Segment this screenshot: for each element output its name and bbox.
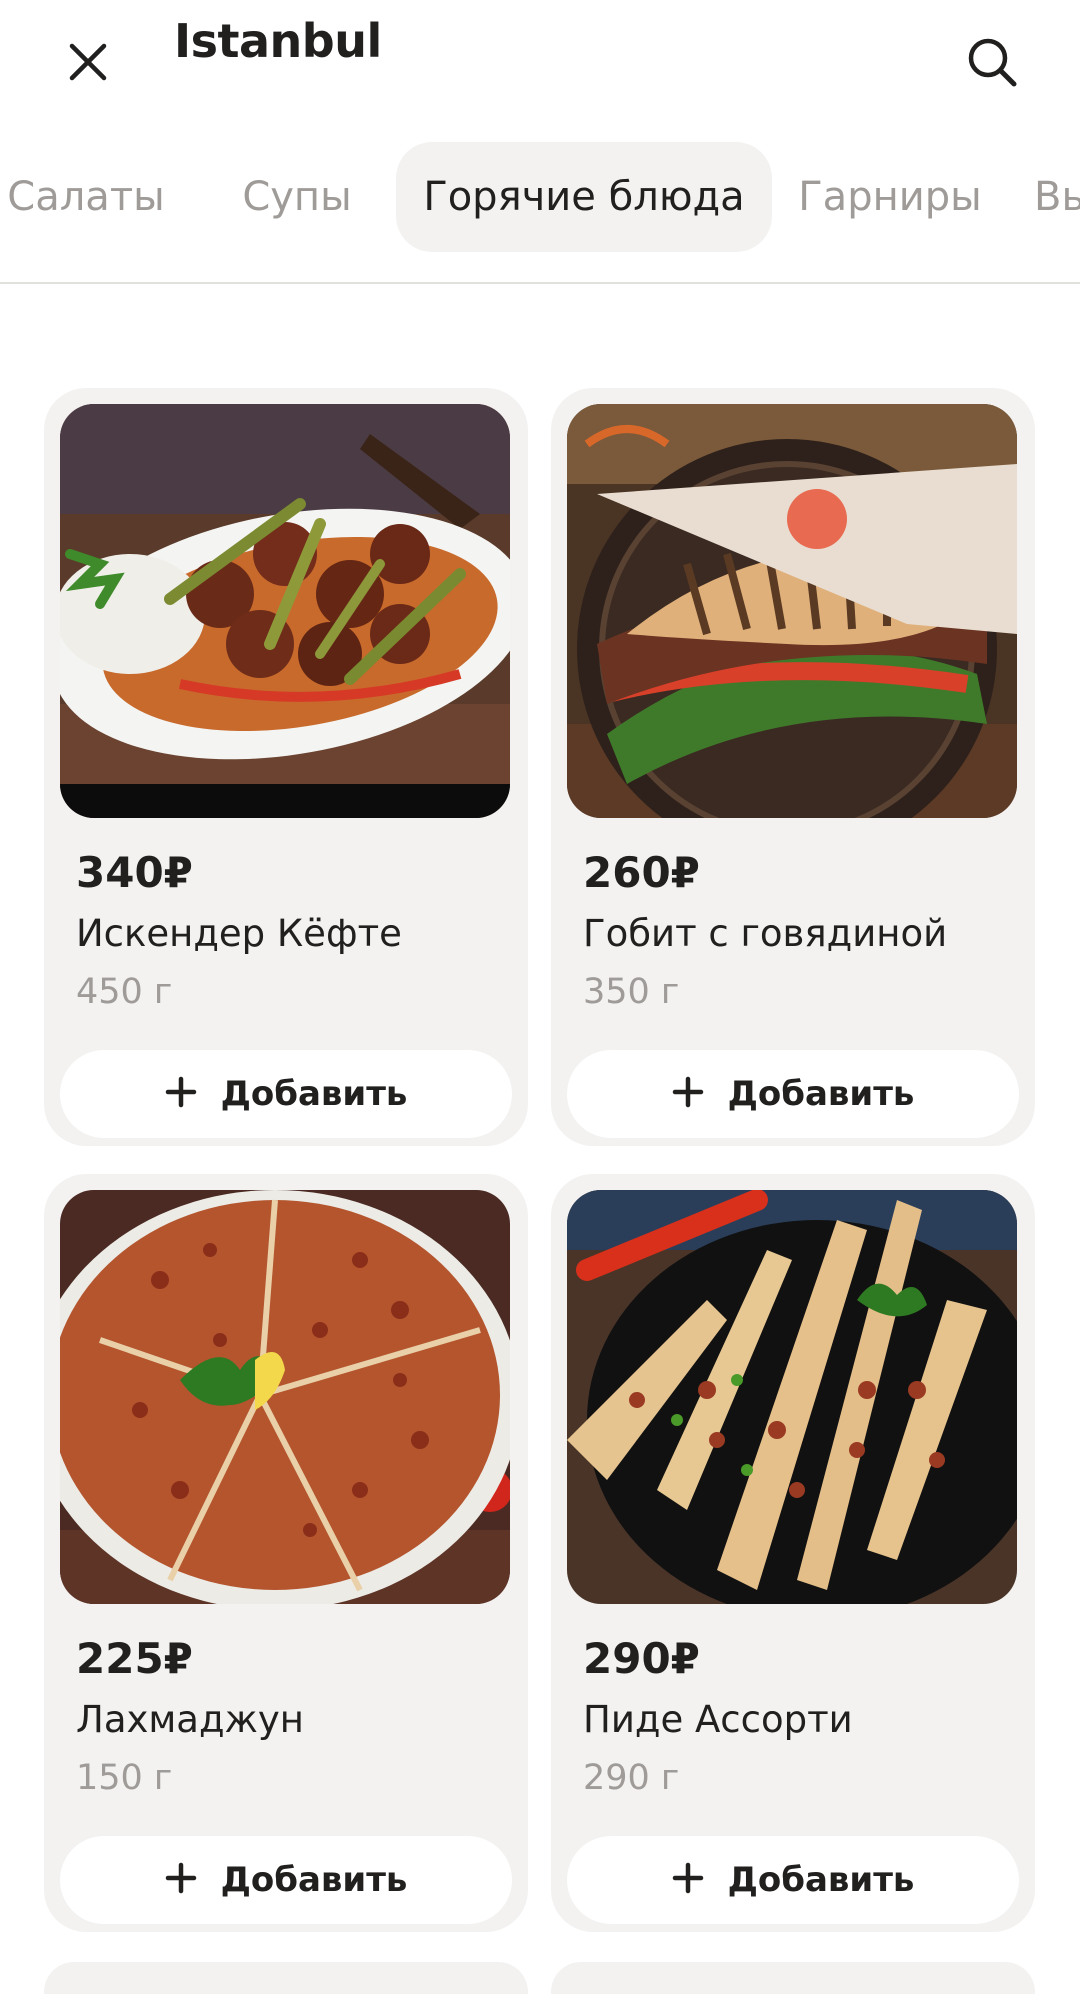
- add-button-label: Добавить: [220, 1074, 408, 1114]
- product-card[interactable]: 260₽ Гобит с говядиной 350 г Добавить: [551, 388, 1035, 1146]
- search-icon: [965, 35, 1019, 93]
- plus-icon: [672, 1076, 704, 1112]
- product-card-partial: [551, 1962, 1035, 1994]
- tab-hot-dishes[interactable]: Горячие блюда: [396, 142, 772, 252]
- product-weight: 150 г: [76, 1758, 173, 1798]
- product-price: 260₽: [583, 848, 700, 897]
- product-grid: Добавить Добавить: [0, 0, 1080, 1994]
- category-tabs: Салаты Супы Горячие блюда Гарниры Вы: [0, 142, 1080, 252]
- product-name: Пиде Ассорти: [583, 1698, 853, 1741]
- product-photo-meatballs[interactable]: [60, 404, 510, 818]
- product-card[interactable]: 225₽ Лахмаджун 150 г Добавить: [44, 1174, 528, 1932]
- product-card[interactable]: 340₽ Искендер Кёфте 450 г Добавить: [44, 388, 528, 1146]
- add-button[interactable]: Добавить: [567, 1050, 1019, 1138]
- product-card[interactable]: 290₽ Пиде Ассорти 290 г Добавить: [551, 1174, 1035, 1932]
- add-button[interactable]: Добавить: [60, 1836, 512, 1924]
- plus-icon: [672, 1862, 704, 1898]
- product-photo-lahmacun[interactable]: [60, 1190, 510, 1604]
- product-name: Лахмаджун: [76, 1698, 304, 1741]
- close-button[interactable]: [58, 34, 118, 94]
- add-button-label: Добавить: [220, 1860, 408, 1900]
- header: Istanbul Салаты Супы Горячие блюда Гарни…: [0, 0, 1080, 284]
- page-title: Istanbul: [174, 14, 382, 68]
- product-weight: 290 г: [583, 1758, 680, 1798]
- product-price: 290₽: [583, 1634, 700, 1683]
- product-card-partial: [44, 1962, 528, 1994]
- product-name: Гобит с говядиной: [583, 912, 948, 955]
- plus-icon: [165, 1862, 197, 1898]
- tab-more[interactable]: Вы: [1034, 142, 1080, 252]
- tab-side-dishes[interactable]: Гарниры: [790, 142, 990, 252]
- product-weight: 350 г: [583, 972, 680, 1012]
- plus-icon: [165, 1076, 197, 1112]
- product-photo-pide[interactable]: [567, 1190, 1017, 1604]
- add-button-label: Добавить: [727, 1074, 915, 1114]
- add-button[interactable]: Добавить: [567, 1836, 1019, 1924]
- tab-soups[interactable]: Супы: [222, 142, 372, 252]
- add-button-label: Добавить: [727, 1860, 915, 1900]
- product-price: 225₽: [76, 1634, 193, 1683]
- add-button[interactable]: Добавить: [60, 1050, 512, 1138]
- product-name: Искендер Кёфте: [76, 912, 402, 955]
- close-icon: [66, 40, 110, 88]
- product-weight: 450 г: [76, 972, 173, 1012]
- product-photo-sandwich[interactable]: [567, 404, 1017, 818]
- tab-salads[interactable]: Салаты: [0, 142, 176, 252]
- search-button[interactable]: [962, 34, 1022, 94]
- product-price: 340₽: [76, 848, 193, 897]
